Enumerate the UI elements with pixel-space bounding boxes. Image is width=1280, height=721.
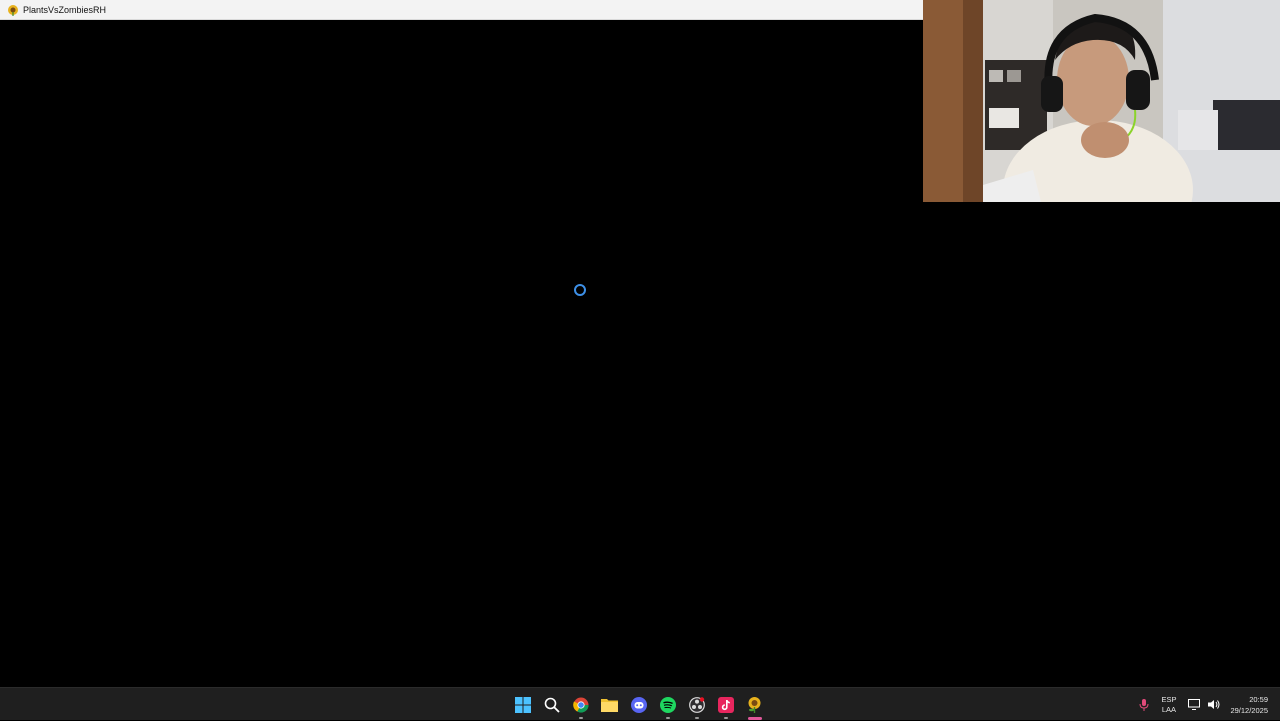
taskbar-apps [508,688,769,721]
taskbar-spotify-button[interactable] [653,688,682,721]
streamer-webcam-feed [923,0,1280,202]
language-code: ESP [1161,694,1177,704]
obs-icon [688,696,705,713]
taskbar-clock[interactable]: 20:59 29/12/2025 [1230,694,1268,716]
running-indicator [578,717,583,719]
taskbar-file-explorer-button[interactable] [595,688,624,721]
folder-icon [601,699,618,712]
tray-network-button[interactable] [1188,699,1201,710]
search-icon [544,697,560,713]
tiktok-icon [717,696,734,713]
keyboard-layout: LAA [1161,704,1177,714]
discord-icon [630,696,647,713]
taskbar-discord-button[interactable] [624,688,653,721]
tray-microphone-button[interactable] [1139,698,1149,711]
windows-start-icon [514,696,531,713]
spotify-icon [659,696,676,713]
loading-spinner-icon [574,284,586,296]
speaker-icon [1208,700,1220,709]
running-indicator [694,717,699,719]
running-indicator [665,717,670,719]
running-indicator [723,717,728,719]
taskbar-start-button[interactable] [508,688,537,721]
clock-date: 29/12/2025 [1230,705,1268,715]
taskbar-chrome-button[interactable] [566,688,595,721]
taskbar-search-button[interactable] [537,688,566,721]
input-language-button[interactable]: ESP LAA [1161,695,1176,715]
window-title: PlantsVsZombiesRH [23,4,107,15]
window-titlebar[interactable]: PlantsVsZombiesRH [0,0,923,20]
network-icon [1188,699,1201,710]
tray-volume-button[interactable] [1208,699,1220,710]
sunflower-zombie-icon [748,697,761,713]
taskbar-pvz-button[interactable] [740,688,769,721]
system-tray: ESP LAA 20:59 29/12/2025 [1135,688,1280,721]
taskbar-obs-button[interactable] [682,688,711,721]
clock-time: 20:59 [1249,694,1268,704]
game-canvas[interactable] [0,20,923,687]
taskbar-tiktok-button[interactable] [711,688,740,721]
webcam-overlay [923,0,1280,202]
microphone-icon [1139,698,1149,711]
chrome-icon [572,697,588,713]
sunflower-zombie-icon [7,4,19,16]
taskbar: ESP LAA 20:59 29/12/2025 [0,687,1280,720]
